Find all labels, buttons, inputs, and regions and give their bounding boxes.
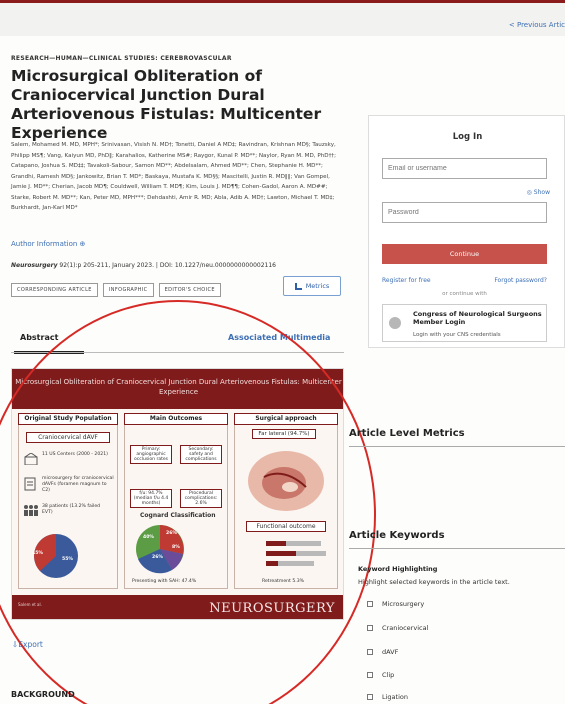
keyword-ligation[interactable]: Ligation	[367, 693, 408, 701]
background-heading: BACKGROUND	[11, 690, 75, 699]
keyword-label: Microsurgery	[382, 600, 425, 608]
cognard-label-c: 8%	[172, 545, 180, 550]
neurosurgery-logo: NEUROSURGERY	[209, 601, 335, 616]
keyword-davf[interactable]: dAVF	[367, 648, 398, 656]
keyword-label: Clip	[382, 671, 395, 679]
cns-login-button[interactable]: Congress of Neurological Surgeons Member…	[382, 304, 547, 342]
login-title: Log In	[452, 132, 483, 142]
infographic-centers-stat: 11 US Centers (2000 - 2021)	[42, 452, 108, 457]
keyword-highlighting-label: Keyword Highlighting	[358, 565, 438, 573]
keyword-highlighting-description: Highlight selected keywords in the artic…	[358, 578, 510, 586]
citation: Neurosurgery 92(1):p 205-211, January 20…	[11, 262, 346, 269]
badge-infographic[interactable]: INFOGRAPHIC	[102, 283, 154, 297]
tab-abstract[interactable]: Abstract	[20, 333, 58, 342]
citation-detail: 92(1):p 205-211, January 2023. | DOI: 10…	[57, 262, 276, 269]
infographic-microsurgery-stat: microsurgery for craniocervical dAVFs (f…	[42, 476, 114, 493]
badge-editors-choice[interactable]: EDITOR'S CHOICE	[158, 283, 221, 297]
infographic-primary-outcome: Primary: angiographic occlusion rates	[130, 445, 172, 464]
cns-login-title: Congress of Neurological Surgeons Member…	[413, 310, 542, 326]
infographic-col1-subtitle: Craniocervical dAVF	[26, 432, 110, 443]
article-badges: CORRESPONDING ARTICLE INFOGRAPHIC EDITOR…	[11, 283, 221, 297]
metrics-button[interactable]: Metrics	[283, 276, 341, 296]
previous-article-link[interactable]: < Previous Artic	[509, 21, 565, 29]
cns-logo-icon	[389, 317, 401, 329]
bar-chart-icon	[294, 282, 302, 290]
export-label: Export	[18, 640, 43, 649]
infographic-col3-title: Surgical approach	[234, 413, 338, 425]
pie-label-a: 45%	[32, 551, 43, 556]
keyword-microsurgery[interactable]: Microsurgery	[367, 600, 424, 608]
article-category: RESEARCH—HUMAN—CLINICAL STUDIES: CEREBRO…	[11, 55, 232, 62]
keyword-checkbox[interactable]	[367, 672, 373, 678]
email-field[interactable]	[382, 158, 547, 179]
infographic-title: Microsurgical Obliteration of Craniocerv…	[12, 369, 343, 409]
eye-icon: ◎	[526, 189, 534, 196]
infographic-far-lateral: Far lateral (94.7%)	[252, 429, 316, 439]
top-bar: < Previous Artic	[0, 0, 565, 36]
functional-outcome-bars	[266, 541, 326, 566]
keyword-label: Craniocervical	[382, 624, 429, 632]
cognard-label-b: 26%	[152, 555, 163, 560]
infographic-retreatment-stat: Retreatment 5.3%	[262, 579, 304, 584]
tabs-divider	[11, 352, 344, 353]
infographic-cognard-heading: Cognard Classification	[140, 512, 216, 519]
show-label: Show	[533, 189, 550, 196]
document-icon	[24, 477, 36, 491]
article-keywords-heading: Article Keywords	[349, 530, 445, 541]
author-info-label: Author Information	[11, 240, 78, 248]
keywords-divider	[349, 548, 565, 549]
pie-label-b: 55%	[62, 557, 73, 562]
plus-circle-icon: ⊕	[79, 240, 86, 248]
infographic-patients-stat: 38 patients (13.2% failed EVT)	[42, 504, 101, 515]
continue-button[interactable]: Continue	[382, 244, 547, 264]
infographic-col1-title: Original Study Population	[18, 413, 118, 425]
login-panel: Log In ◎ Show Continue Register for free…	[368, 115, 565, 348]
cognard-label-a: 40%	[143, 535, 154, 540]
visual-abstract-infographic[interactable]: Microsurgical Obliteration of Craniocerv…	[11, 368, 344, 620]
article-title: Microsurgical Obliteration of Craniocerv…	[11, 67, 322, 142]
keyword-checkbox[interactable]	[367, 601, 373, 607]
keyword-checkbox[interactable]	[367, 625, 373, 631]
show-password-toggle[interactable]: ◎ Show	[527, 189, 550, 196]
journal-name[interactable]: Neurosurgery	[11, 262, 57, 269]
author-list: Salem, Mohamed M. MD, MPH*; Srinivasan, …	[11, 142, 337, 211]
keyword-label: dAVF	[382, 648, 399, 656]
patients-icon	[24, 505, 38, 516]
cns-login-subtitle: Login with your CNS credentials	[413, 332, 501, 338]
infographic-followup-stat: f/u: 94.7% (median f/u 4.4 months)	[130, 489, 172, 508]
author-information-toggle[interactable]: Author Information ⊕	[11, 240, 85, 248]
register-link[interactable]: Register for free	[382, 277, 431, 284]
keyword-label: Ligation	[382, 693, 408, 701]
infographic-sah-stat: Presenting with SAH: 47.4%	[132, 579, 197, 584]
keyword-checkbox[interactable]	[367, 694, 373, 700]
keyword-checkbox[interactable]	[367, 649, 373, 655]
article-level-metrics-heading: Article Level Metrics	[349, 428, 465, 439]
keyword-clip[interactable]: Clip	[367, 671, 394, 679]
infographic-col2-title: Main Outcomes	[124, 413, 228, 425]
badge-corresponding-article[interactable]: CORRESPONDING ARTICLE	[11, 283, 98, 297]
or-divider: or continue with	[442, 291, 487, 297]
metrics-label: Metrics	[305, 282, 330, 290]
infographic-secondary-outcome: Secondary: safety and complications	[180, 445, 222, 464]
tab-associated-multimedia[interactable]: Associated Multimedia	[228, 333, 330, 342]
keyword-craniocervical[interactable]: Craniocervical	[367, 624, 428, 632]
infographic-complication-stat: Procedural complications: 2.6%	[180, 489, 222, 508]
surgical-illustration	[248, 451, 324, 511]
cognard-label-d: 26%	[166, 531, 177, 536]
login-links: Register for free Forgot password?	[382, 277, 547, 284]
forgot-password-link[interactable]: Forgot password?	[494, 277, 547, 284]
export-button[interactable]: ⇩Export	[12, 640, 43, 649]
hospital-icon	[24, 453, 38, 465]
infographic-footer-note: Salem et al.	[18, 602, 42, 607]
metrics-divider	[349, 446, 565, 447]
password-field[interactable]	[382, 202, 547, 223]
infographic-functional-outcome: Functional outcome	[246, 521, 326, 532]
